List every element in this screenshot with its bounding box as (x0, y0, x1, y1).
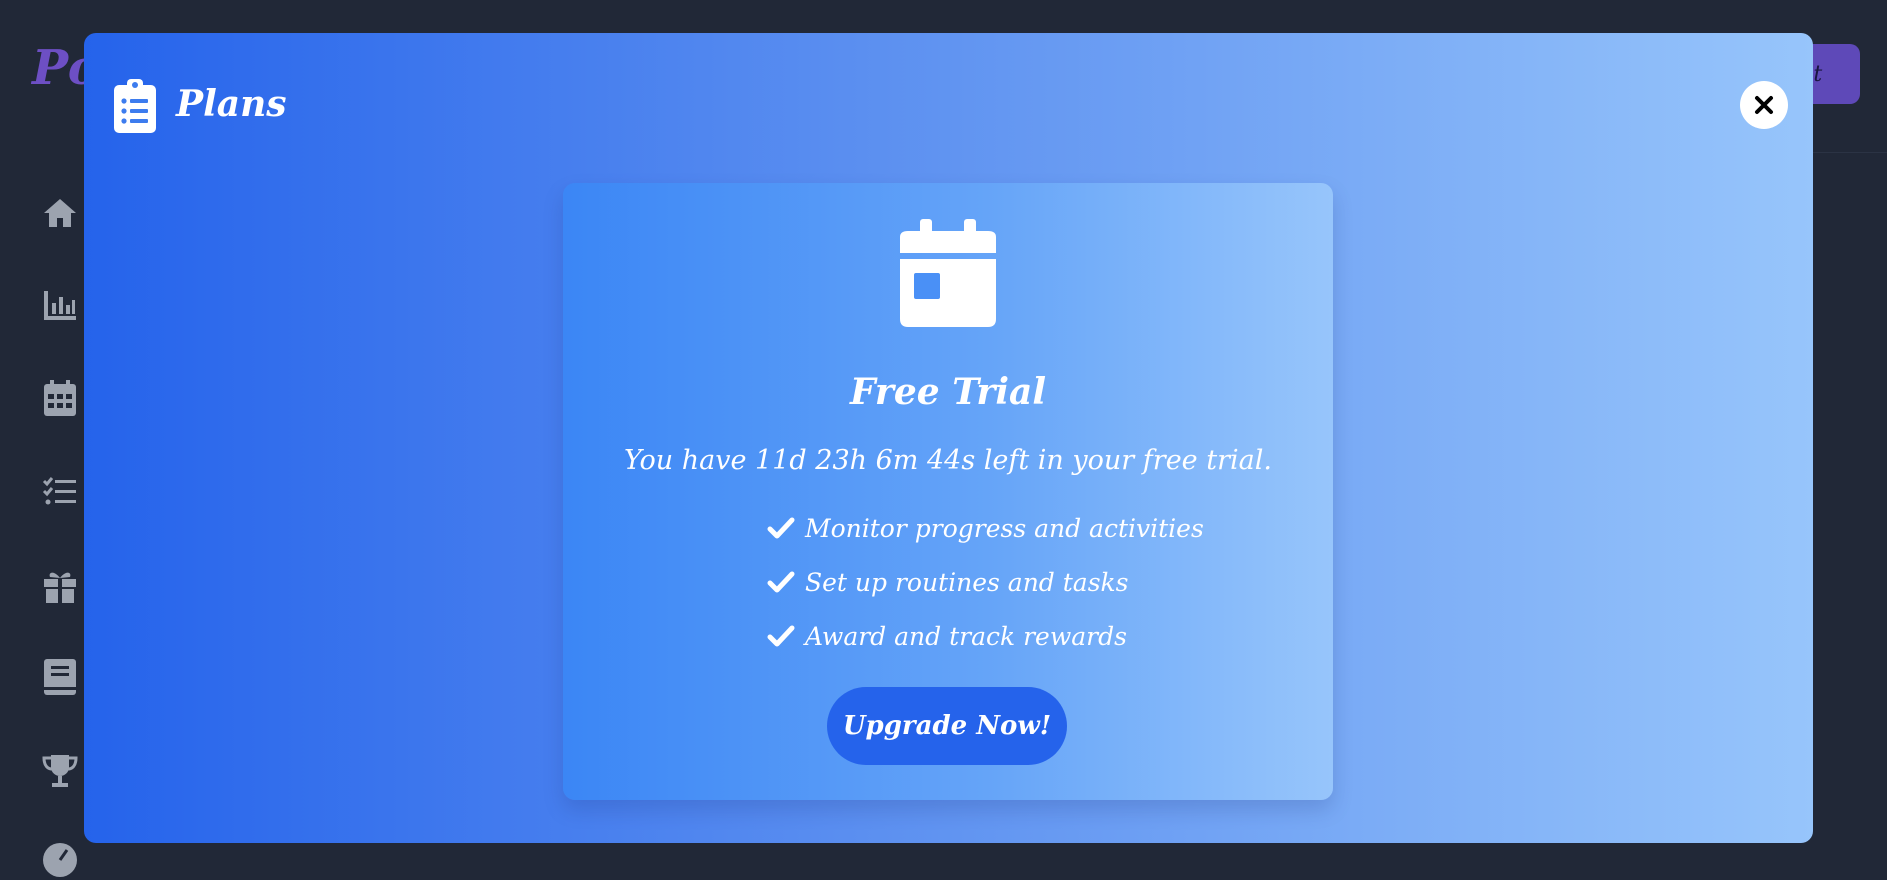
feature-label: Monitor progress and activities (805, 513, 1204, 543)
close-button[interactable] (1740, 81, 1788, 129)
gift-icon[interactable] (40, 566, 80, 606)
list-item: Set up routines and tasks (767, 555, 1204, 609)
gauge-icon[interactable] (40, 840, 80, 880)
feature-list: Monitor progress and activities Set up r… (767, 501, 1204, 663)
upgrade-now-button[interactable]: Upgrade Now! (827, 687, 1067, 765)
tasks-icon[interactable] (40, 472, 80, 512)
trophy-icon[interactable] (40, 751, 80, 791)
feature-label: Award and track rewards (805, 621, 1127, 651)
feature-label: Set up routines and tasks (805, 567, 1129, 597)
chart-icon[interactable] (40, 285, 80, 325)
free-trial-card: Free Trial You have 11d 23h 6m 44s left … (563, 183, 1333, 800)
check-icon (767, 625, 795, 647)
list-item: Monitor progress and activities (767, 501, 1204, 555)
plan-title: Free Trial (849, 371, 1047, 413)
calendar-icon[interactable] (40, 378, 80, 418)
trial-countdown: You have 11d 23h 6m 44s left in your fre… (624, 445, 1272, 476)
clipboard-list-icon (114, 79, 156, 133)
plans-modal: Plans Free Trial You have 11d 23h 6m 44s… (84, 33, 1813, 843)
calendar-icon (900, 219, 996, 327)
home-icon[interactable] (40, 193, 80, 233)
book-icon[interactable] (40, 657, 80, 697)
list-item: Award and track rewards (767, 609, 1204, 663)
topbar-divider (1807, 152, 1887, 153)
check-icon (767, 517, 795, 539)
close-icon (1755, 96, 1773, 114)
check-icon (767, 571, 795, 593)
modal-title: Plans (176, 83, 287, 125)
